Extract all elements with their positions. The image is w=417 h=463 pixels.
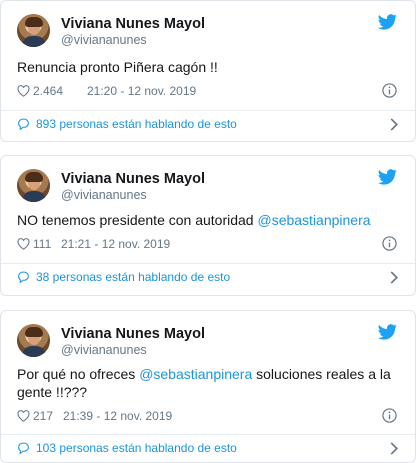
tweet-meta: 111 21:21 - 12 nov. 2019 xyxy=(17,236,397,253)
author-handle[interactable]: @viviananunes xyxy=(61,33,147,47)
tweet-timestamp[interactable]: 21:39 - 12 nov. 2019 xyxy=(63,409,172,423)
author-name[interactable]: Viviana Nunes Mayol xyxy=(61,171,205,187)
tweet-header: Viviana Nunes Mayol @viviananunes xyxy=(17,169,397,203)
tweet-timestamp[interactable]: 21:21 - 12 nov. 2019 xyxy=(61,237,170,251)
heart-icon[interactable] xyxy=(17,85,30,97)
tweet-text: Por qué no ofreces @sebastianpinera solu… xyxy=(17,365,397,401)
chat-bubble-icon xyxy=(18,271,29,283)
mention-link[interactable]: @sebastianpinera xyxy=(139,366,252,382)
chevron-right-icon[interactable] xyxy=(389,442,399,455)
tweet-timestamp[interactable]: 21:20 - 12 nov. 2019 xyxy=(87,84,196,98)
twitter-bird-icon[interactable] xyxy=(378,14,397,30)
mention-link[interactable]: @sebastianpinera xyxy=(257,212,370,228)
tweet-meta: 217 21:39 - 12 nov. 2019 xyxy=(17,408,397,425)
like-count[interactable]: 217 xyxy=(33,409,53,423)
avatar[interactable] xyxy=(17,324,50,357)
tweet-text: NO tenemos presidente con autoridad @seb… xyxy=(17,211,397,229)
heart-icon[interactable] xyxy=(17,238,30,250)
like-count[interactable]: 2.464 xyxy=(33,84,63,98)
chat-bubble-icon xyxy=(18,118,29,130)
tweet-card[interactable]: Viviana Nunes Mayol @viviananunes Por qu… xyxy=(0,310,416,463)
avatar[interactable] xyxy=(17,14,50,47)
chevron-right-icon[interactable] xyxy=(389,118,399,131)
conversation-label[interactable]: 103 personas están hablando de esto xyxy=(36,441,237,455)
tweet-text-content: Por qué no ofreces xyxy=(17,366,140,382)
tweet-card[interactable]: Viviana Nunes Mayol @viviananunes Renunc… xyxy=(0,0,416,142)
author-handle[interactable]: @viviananunes xyxy=(61,188,147,202)
author-handle[interactable]: @viviananunes xyxy=(61,343,147,357)
divider xyxy=(1,434,415,435)
author-name[interactable]: Viviana Nunes Mayol xyxy=(61,16,205,32)
twitter-bird-icon[interactable] xyxy=(378,169,397,185)
tweet-text-content: NO tenemos presidente con autoridad xyxy=(17,212,258,228)
avatar[interactable] xyxy=(17,169,50,202)
info-icon[interactable] xyxy=(382,236,397,251)
twitter-bird-icon[interactable] xyxy=(378,324,397,340)
divider xyxy=(1,263,415,264)
conversation-link[interactable]: 893 personas están hablando de esto xyxy=(17,116,399,134)
tweet-header: Viviana Nunes Mayol @viviananunes xyxy=(17,324,397,358)
conversation-link[interactable]: 103 personas están hablando de esto xyxy=(17,440,399,458)
info-icon[interactable] xyxy=(382,83,397,98)
tweet-card[interactable]: Viviana Nunes Mayol @viviananunes NO ten… xyxy=(0,155,416,296)
tweet-text-content: Renuncia pronto Piñera cagón !! xyxy=(17,59,218,75)
author-name[interactable]: Viviana Nunes Mayol xyxy=(61,326,205,342)
info-icon[interactable] xyxy=(382,408,397,423)
like-count[interactable]: 111 xyxy=(33,237,51,251)
chat-bubble-icon xyxy=(18,442,29,454)
conversation-label[interactable]: 893 personas están hablando de esto xyxy=(36,117,237,131)
chevron-right-icon[interactable] xyxy=(389,271,399,284)
tweet-text: Renuncia pronto Piñera cagón !! xyxy=(17,58,397,76)
conversation-label[interactable]: 38 personas están hablando de esto xyxy=(36,270,230,284)
tweet-meta: 2.464 21:20 - 12 nov. 2019 xyxy=(17,83,397,100)
divider xyxy=(1,110,415,111)
tweet-header: Viviana Nunes Mayol @viviananunes xyxy=(17,14,397,48)
heart-icon[interactable] xyxy=(17,410,30,422)
conversation-link[interactable]: 38 personas están hablando de esto xyxy=(17,269,399,287)
